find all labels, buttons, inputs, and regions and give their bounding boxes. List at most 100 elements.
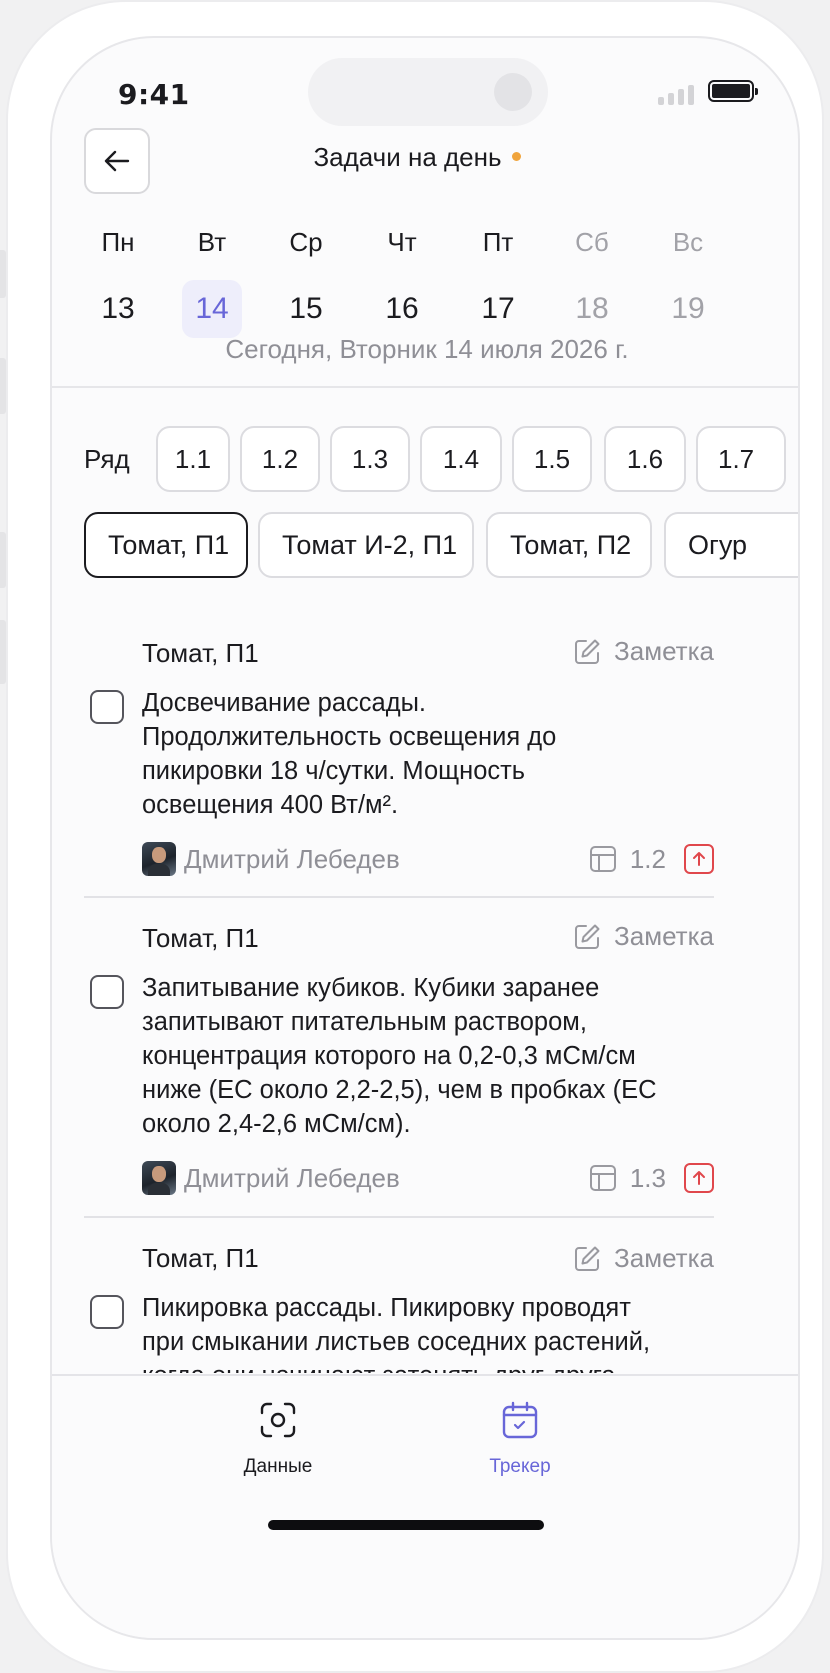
task-author: Дмитрий Лебедев [184, 843, 400, 874]
day-fri[interactable]: Пт 17 [448, 222, 548, 338]
edit-note-icon [575, 1246, 600, 1271]
task-meta: Дмитрий Лебедев 1.3 [142, 1161, 714, 1195]
day-name: Вс [672, 227, 704, 257]
task-checkbox[interactable] [90, 690, 124, 724]
edit-note-icon [575, 924, 600, 949]
crop-chip-tomato-p2[interactable]: Томат, П2 [486, 512, 652, 578]
calendar-check-icon [502, 1401, 538, 1439]
battery-icon [708, 80, 758, 102]
task-bed-value: 1.3 [629, 1162, 666, 1193]
row-chip-1-2[interactable]: 1.2 [240, 426, 320, 492]
grid-table-icon [589, 1165, 616, 1191]
back-button[interactable] [84, 128, 150, 194]
status-dot-icon [511, 151, 521, 161]
row-chip-1-6[interactable]: 1.6 [604, 426, 686, 492]
task-text: Запитывание кубиков. Кубики заранее запи… [142, 971, 712, 1141]
task-text-line: ниже (ЕС около 2,2-2,5), чем в пробках (… [142, 1076, 657, 1104]
row-chip-1-7[interactable]: 1.7 [696, 426, 786, 492]
day-sat[interactable]: Сб 18 [542, 222, 642, 338]
day-sun[interactable]: Вс 19 [638, 222, 738, 338]
dynamic-island [308, 58, 548, 126]
edit-note-icon [575, 639, 600, 664]
tab-tracker[interactable]: Трекер [440, 1400, 600, 1478]
home-indicator [268, 1520, 544, 1530]
day-name: Сб [575, 227, 609, 257]
tab-tracker-label: Трекер [489, 1456, 551, 1477]
day-name: Вт [197, 227, 227, 257]
task-checkbox[interactable] [90, 1295, 124, 1329]
task-text-line: Продолжительность освещения до [142, 723, 557, 751]
day-date-selected: 14 [182, 280, 242, 338]
task-checkbox[interactable] [90, 975, 124, 1009]
crop-chip-tomato-p1[interactable]: Томат, П1 [84, 512, 248, 578]
task-text-line: освещения 400 Вт/м². [142, 791, 399, 819]
camera-icon [494, 73, 532, 111]
day-wed[interactable]: Ср 15 [256, 222, 356, 338]
task-meta: Дмитрий Лебедев 1.2 [142, 842, 714, 876]
day-date: 13 [101, 292, 135, 325]
priority-high-icon[interactable] [684, 1163, 714, 1193]
note-button[interactable]: Заметка [572, 636, 714, 667]
row-chip-1-4[interactable]: 1.4 [420, 426, 502, 492]
task-text-line: около 2,4-2,6 мСм/см). [142, 1110, 411, 1138]
day-name: Чт [387, 227, 417, 257]
grid-table-icon [589, 846, 616, 872]
note-label: Заметка [614, 636, 714, 666]
status-time: 9:41 [118, 78, 190, 111]
note-button[interactable]: Заметка [572, 1243, 714, 1274]
page-title: Задачи на день [232, 142, 602, 173]
task-text-line: Досвечивание рассады. [142, 689, 426, 717]
row-chip-1-5[interactable]: 1.5 [512, 426, 592, 492]
header-divider [52, 386, 798, 388]
task-card: Томат, П1 Заметка Пикировка рассады. Пик… [84, 1243, 714, 1373]
day-name: Ср [289, 227, 323, 257]
tab-data[interactable]: Данные [198, 1400, 358, 1478]
day-date: 19 [671, 292, 705, 325]
task-divider [84, 896, 714, 898]
day-date: 15 [289, 292, 323, 325]
avatar [142, 1161, 176, 1195]
note-button[interactable]: Заметка [572, 921, 714, 952]
today-date-text: Сегодня, Вторник 14 июля 2026 г. [225, 334, 629, 364]
task-crop: Томат, П1 [142, 638, 259, 668]
row-chip-1-3[interactable]: 1.3 [330, 426, 410, 492]
task-text-line: Запитывание кубиков. Кубики заранее [142, 974, 600, 1002]
bottom-tab-bar: Данные Трекер [52, 1374, 798, 1638]
task-text-line: концентрация которого на 0,2-0,3 мСм/см [142, 1042, 636, 1070]
task-text-line: когда они начинают затенять друг друга. [142, 1359, 712, 1373]
task-bed: 1.3 [588, 1163, 666, 1194]
arrow-up-icon [693, 852, 705, 866]
day-tue[interactable]: Вт 14 [162, 222, 262, 338]
task-crop: Томат, П1 [142, 1243, 259, 1273]
day-thu[interactable]: Чт 16 [352, 222, 452, 338]
task-text: Досвечивание рассады. Продолжительность … [142, 686, 712, 822]
task-card: Томат, П1 Заметка Досвечивание рассады. … [84, 636, 714, 898]
task-bed-value: 1.2 [629, 843, 666, 874]
phone-screen: 9:41 Задачи на день Пн 13 Вт 14 Ср 15 Чт… [50, 36, 800, 1640]
day-name: Пн [101, 227, 135, 257]
scan-icon [260, 1402, 296, 1438]
day-mon[interactable]: Пн 13 [68, 222, 168, 338]
arrow-up-icon [693, 1171, 705, 1185]
task-card: Томат, П1 Заметка Запитывание кубиков. К… [84, 921, 714, 1213]
avatar [142, 842, 176, 876]
task-crop: Томат, П1 [142, 923, 259, 953]
crop-chip-cucumber[interactable]: Огур [664, 512, 798, 578]
day-date: 18 [575, 292, 609, 325]
tab-data-label: Данные [243, 1456, 313, 1477]
crop-chip-tomato-i2-p1[interactable]: Томат И-2, П1 [258, 512, 474, 578]
task-text-line: запитывают питательным раствором, [142, 1008, 587, 1036]
row-chip-1-1[interactable]: 1.1 [156, 426, 230, 492]
arrow-left-icon [104, 150, 130, 172]
task-text-line: при смыкании листьев соседних растений, [142, 1328, 651, 1356]
note-label: Заметка [614, 921, 714, 951]
page-title-text: Задачи на день [313, 142, 502, 172]
task-divider [84, 1216, 714, 1218]
task-text-line: Пикировка рассады. Пикировку проводят [142, 1294, 631, 1322]
task-bed: 1.2 [588, 844, 666, 875]
task-text-line: пикировки 18 ч/сутки. Мощность [142, 757, 526, 785]
note-label: Заметка [614, 1243, 714, 1273]
priority-high-icon[interactable] [684, 844, 714, 874]
task-text: Пикировка рассады. Пикировку проводят пр… [142, 1291, 712, 1373]
phone-frame: 9:41 Задачи на день Пн 13 Вт 14 Ср 15 Чт… [6, 0, 824, 1673]
